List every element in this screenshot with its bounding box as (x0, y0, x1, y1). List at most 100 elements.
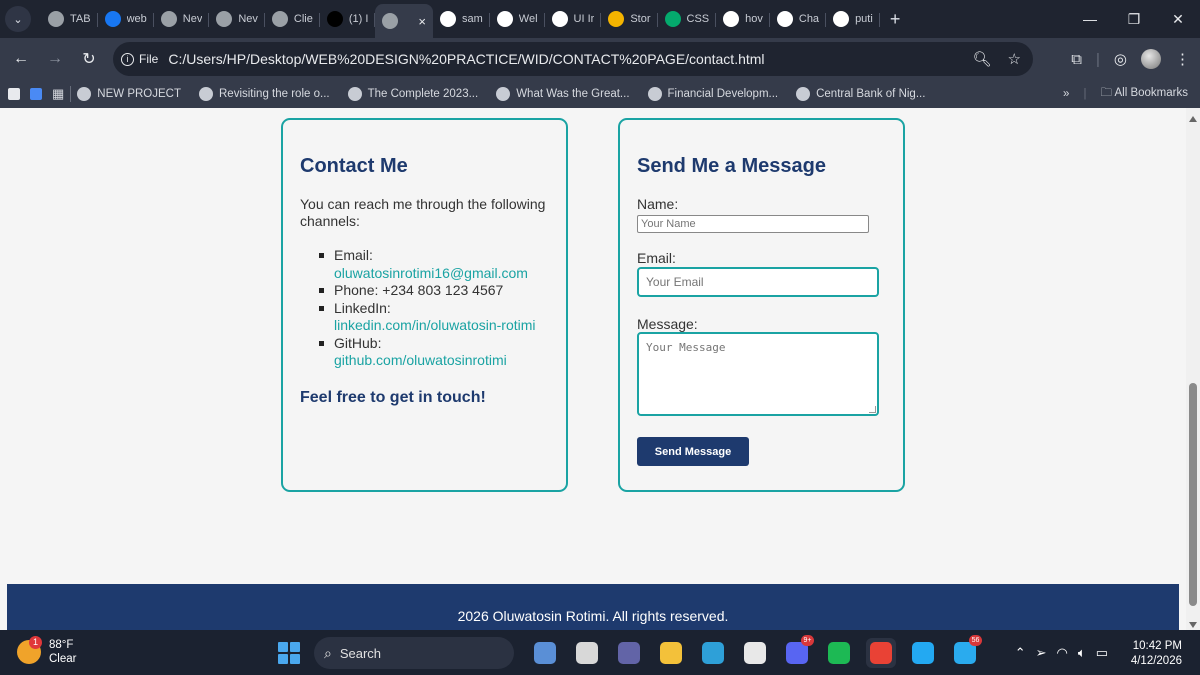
taskbar-app[interactable] (530, 638, 560, 668)
back-button[interactable]: ← (4, 50, 38, 68)
bookmark-item[interactable]: NEW PROJECT (77, 87, 181, 101)
browser-tab[interactable]: hov (716, 4, 770, 34)
zoom-icon[interactable]: 🔍︎ (973, 50, 992, 68)
reload-button[interactable]: ↻ (72, 49, 106, 69)
message-textarea[interactable] (637, 332, 879, 416)
contact-item-link[interactable]: linkedin.com/in/oluwatosin-rotimi (334, 317, 550, 335)
close-tab-icon[interactable]: × (418, 14, 426, 29)
name-input[interactable] (637, 215, 869, 233)
send-icon[interactable]: ➢ (1036, 645, 1047, 661)
browser-tab[interactable]: TAB (41, 4, 98, 34)
browser-tab[interactable]: web (98, 4, 154, 34)
spotify-icon (828, 642, 850, 664)
bookmark-star-icon[interactable]: ☆ (1008, 50, 1021, 68)
extensions-icon[interactable]: ⧉ (1071, 51, 1082, 68)
taskbar-app[interactable] (698, 638, 728, 668)
file-explorer-icon (660, 642, 682, 664)
browser-tab[interactable]: (1) I (320, 4, 376, 34)
scroll-down-icon[interactable] (1189, 622, 1197, 628)
bookmark-item[interactable]: Central Bank of Nig... (796, 87, 925, 101)
scroll-up-icon[interactable] (1189, 116, 1197, 122)
tab-label: puti (855, 13, 873, 25)
taskbar-app[interactable] (572, 638, 602, 668)
footer-text: 2026 Oluwatosin Rotimi. All rights reser… (457, 608, 729, 624)
site-info-chip[interactable]: i File (121, 52, 168, 66)
battery-icon[interactable]: ▭ (1096, 645, 1108, 661)
bookmark-item[interactable]: Financial Developm... (647, 87, 778, 101)
page-scrollbar[interactable] (1186, 108, 1200, 636)
scheme-label: File (139, 52, 159, 66)
forward-button[interactable]: → (38, 50, 72, 68)
bookmarks-apps: ▦ (8, 86, 64, 102)
browser-tab[interactable]: CSS (658, 4, 717, 34)
email-label: Email: (637, 250, 676, 266)
browser-tab[interactable]: × (375, 4, 433, 38)
bookmark-label: Revisiting the role o... (219, 88, 330, 100)
browser-tab[interactable]: UI Ir (545, 4, 602, 34)
taskbar-app[interactable]: 9+ (782, 635, 814, 668)
profile-avatar[interactable] (1141, 49, 1161, 69)
taskbar-app[interactable] (614, 638, 644, 668)
bookmark-item[interactable]: What Was the Great... (496, 87, 630, 101)
bookmark-label: Central Bank of Nig... (816, 88, 926, 100)
browser-tab[interactable]: Nev (209, 4, 265, 34)
all-bookmarks-button[interactable]: 🗀 All Bookmarks (1100, 85, 1188, 104)
close-window-button[interactable]: ✕ (1156, 11, 1200, 28)
bookmark-square-icon[interactable] (8, 88, 20, 100)
browser-tab[interactable]: Clie (265, 4, 320, 34)
contact-item-label: GitHub: (334, 334, 382, 351)
minimize-button[interactable]: — (1068, 11, 1112, 27)
address-bar[interactable]: i File C:/Users/HP/Desktop/WEB%20DESIGN%… (113, 42, 1033, 76)
tab-search-button[interactable]: ⌄ (5, 6, 31, 32)
google-icon (833, 11, 850, 27)
taskbar-app[interactable] (866, 638, 896, 668)
restore-button[interactable]: ❐ (1112, 11, 1156, 28)
email-input[interactable] (637, 267, 879, 297)
tab-label: CSS (686, 13, 710, 25)
tab-label: Nev (182, 13, 203, 25)
bookmark-square-blue-icon[interactable] (30, 88, 42, 100)
page-footer: 2026 Oluwatosin Rotimi. All rights reser… (7, 584, 1179, 636)
browser-tabstrip: ⌄ TAB web Nev Nev Clie (1) I × sam Wel UI Ir Stor C… (0, 0, 1200, 38)
menu-icon[interactable]: ⋮ (1175, 50, 1190, 68)
taskbar-app[interactable] (908, 638, 938, 668)
tab-list: TAB web Nev Nev Clie (1) I × sam Wel UI Ir Stor CSS… (41, 0, 900, 38)
taskbar-app[interactable] (824, 638, 854, 668)
weather-sun-icon: 1 (17, 636, 42, 664)
taskbar-app[interactable] (656, 638, 686, 668)
search-icon: ⌕ (324, 644, 332, 661)
browser-tab[interactable]: sam (433, 4, 490, 34)
browser-tab[interactable]: puti (826, 4, 880, 34)
browser-tab[interactable]: Wel (490, 4, 545, 34)
bookmarks-overflow-button[interactable]: » (1063, 88, 1069, 100)
wifi-icon[interactable]: ◠ (1057, 645, 1068, 661)
contact-item-link[interactable]: oluwatosinrotimi16@gmail.com (334, 265, 550, 283)
url-text[interactable]: C:/Users/HP/Desktop/WEB%20DESIGN%20PRACT… (168, 51, 764, 67)
start-button[interactable] (278, 642, 300, 664)
volume-icon[interactable]: 🔈︎ (1078, 645, 1086, 661)
scrollbar-thumb[interactable] (1189, 383, 1197, 606)
resize-grip-icon[interactable] (869, 406, 876, 413)
browser-tab[interactable]: Cha (770, 4, 827, 34)
taskbar-app[interactable] (740, 638, 770, 668)
weather-notification-badge: 1 (29, 636, 42, 649)
folder-icon: 🗀 (1100, 86, 1115, 99)
browser-tab[interactable]: Stor (601, 4, 658, 34)
taskbar-search[interactable]: ⌕ Search (314, 637, 514, 669)
send-message-button[interactable]: Send Message (637, 437, 749, 466)
x-icon (326, 11, 343, 27)
contact-item-link[interactable]: github.com/oluwatosinrotimi (334, 352, 550, 370)
contact-item: Email: oluwatosinrotimi16@gmail.com (317, 247, 550, 282)
apps-grid-icon[interactable]: ▦ (52, 86, 64, 102)
tray-overflow-icon[interactable]: ⌃ (1015, 645, 1026, 661)
taskbar-clock[interactable]: 10:42 PM 4/12/2026 (1131, 639, 1182, 669)
browser-tab[interactable]: Nev (154, 4, 210, 34)
weather-widget[interactable]: 1 88°F Clear (17, 636, 76, 666)
bookmark-item[interactable]: The Complete 2023... (347, 87, 478, 101)
taskbar-app[interactable]: 56 (950, 635, 982, 668)
new-tab-button[interactable]: + (890, 9, 901, 30)
performance-icon[interactable]: ◎ (1114, 50, 1127, 68)
message-wrapper (637, 332, 879, 416)
widgets-icon (534, 642, 556, 664)
bookmark-item[interactable]: Revisiting the role o... (199, 87, 330, 101)
